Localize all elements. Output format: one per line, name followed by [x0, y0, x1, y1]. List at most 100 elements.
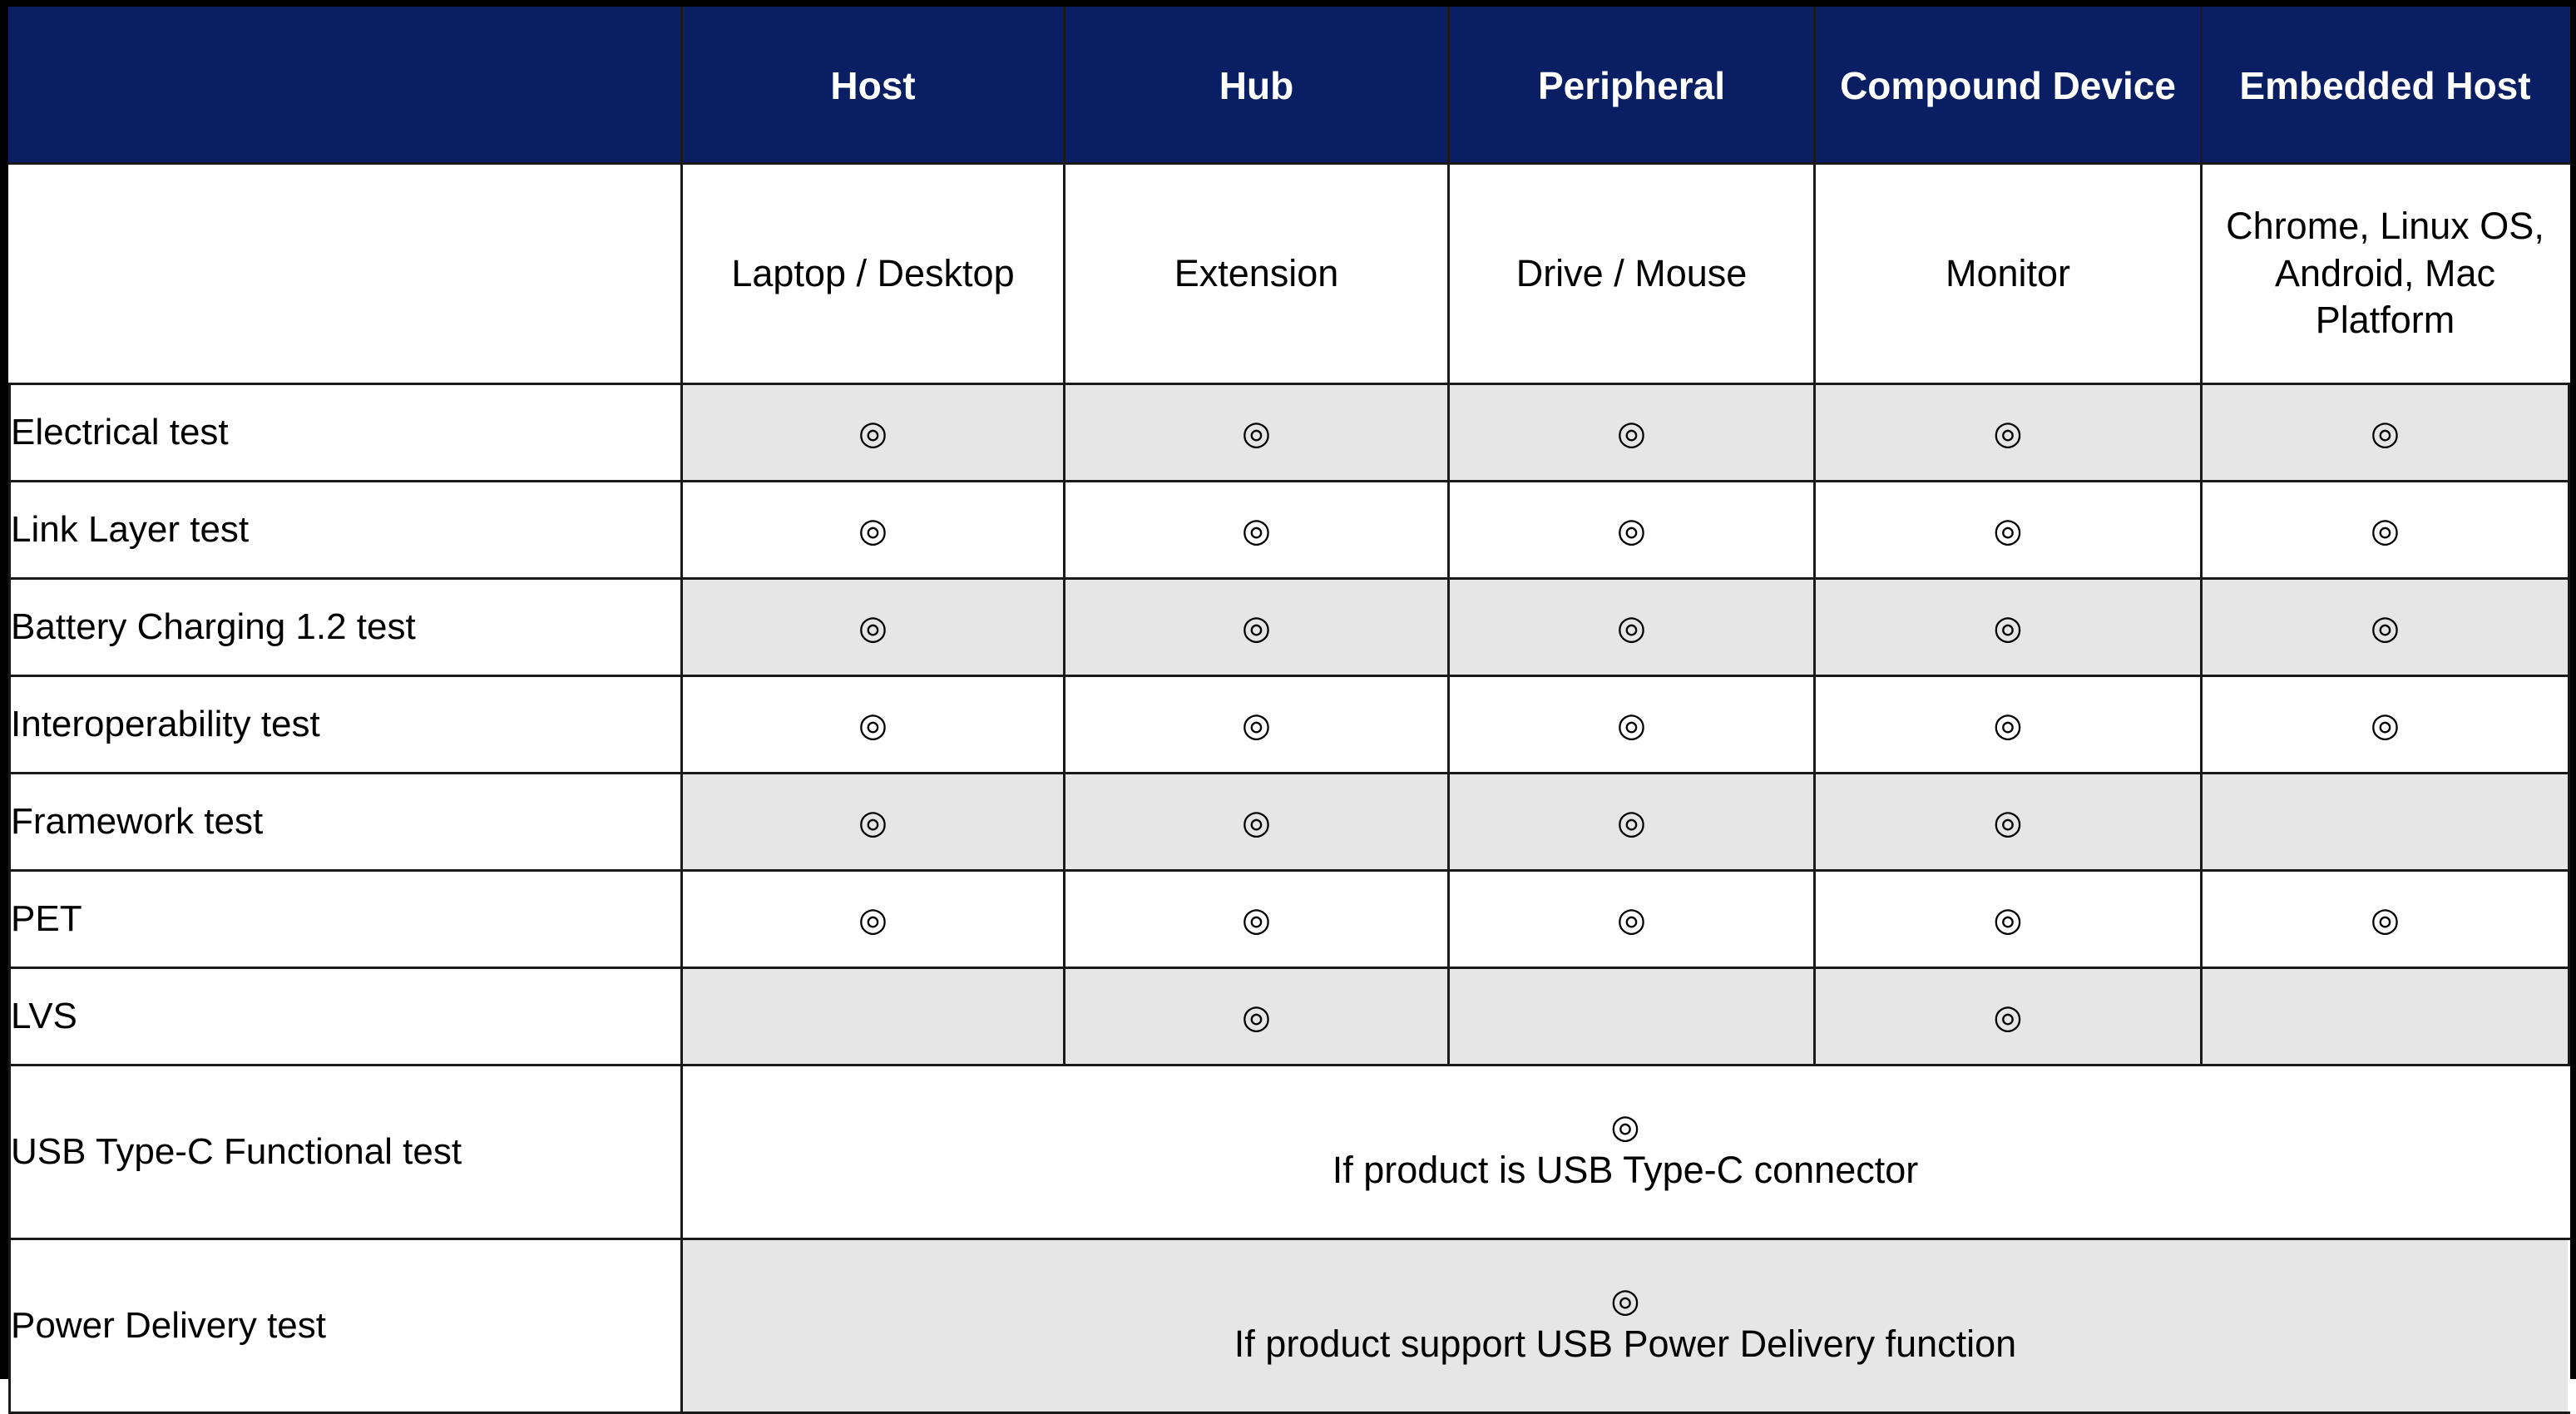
row-label-interoperability-test: Interoperability test	[8, 675, 683, 774]
cell-pet-embedded-host: ◎	[2200, 869, 2570, 969]
column-header-hub: Hub	[1063, 7, 1450, 165]
cell-battery-charging-test-compound-device: ◎	[1813, 577, 2203, 677]
cell-lvs-host	[680, 967, 1066, 1066]
cell-lvs-peripheral	[1447, 967, 1816, 1066]
row-label-pet: PET	[8, 869, 683, 969]
table-row: Link Layer test ◎ ◎ ◎ ◎ ◎	[8, 480, 2570, 580]
cell-link-layer-test-embedded-host: ◎	[2200, 480, 2570, 580]
check-mark-icon: ◎	[858, 415, 888, 452]
check-mark-icon: ◎	[1242, 999, 1271, 1036]
row-label-lvs: LVS	[8, 967, 683, 1066]
note-text: If product support USB Power Delivery fu…	[1234, 1323, 2017, 1366]
device-description-row: Laptop / Desktop Extension Drive / Mouse…	[8, 162, 2570, 385]
cell-pet-peripheral: ◎	[1447, 869, 1816, 969]
table-row: LVS ◎ ◎	[8, 967, 2570, 1066]
table-body: Laptop / Desktop Extension Drive / Mouse…	[8, 162, 2570, 1414]
table-row: Power Delivery test ◎ If product support…	[8, 1238, 2570, 1414]
check-mark-icon: ◎	[1617, 512, 1646, 549]
description-row-empty-label	[8, 162, 683, 385]
cell-link-layer-test-peripheral: ◎	[1447, 480, 1816, 580]
check-mark-icon: ◎	[1617, 415, 1646, 452]
cell-electrical-test-hub: ◎	[1063, 383, 1450, 482]
check-mark-icon: ◎	[1610, 1109, 1640, 1146]
check-mark-icon: ◎	[1242, 902, 1271, 938]
header-corner-cell	[8, 7, 683, 165]
row-label-link-layer-test: Link Layer test	[8, 480, 683, 580]
cell-pet-host: ◎	[680, 869, 1066, 969]
cell-pet-compound-device: ◎	[1813, 869, 2203, 969]
cell-battery-charging-test-hub: ◎	[1063, 577, 1450, 677]
check-mark-icon: ◎	[1242, 804, 1271, 841]
check-mark-icon: ◎	[1610, 1283, 1640, 1320]
cell-electrical-test-embedded-host: ◎	[2200, 383, 2570, 482]
cell-battery-charging-test-host: ◎	[680, 577, 1066, 677]
column-header-embedded-host: Embedded Host	[2200, 7, 2570, 165]
check-mark-icon: ◎	[858, 512, 888, 549]
cell-lvs-compound-device: ◎	[1813, 967, 2203, 1066]
cell-link-layer-test-hub: ◎	[1063, 480, 1450, 580]
cell-framework-test-compound-device: ◎	[1813, 772, 2203, 872]
cell-electrical-test-peripheral: ◎	[1447, 383, 1816, 482]
cell-lvs-embedded-host	[2200, 967, 2570, 1066]
cell-link-layer-test-compound-device: ◎	[1813, 480, 2203, 580]
cell-electrical-test-host: ◎	[680, 383, 1066, 482]
row-label-electrical-test: Electrical test	[8, 383, 683, 482]
cell-framework-test-embedded-host	[2200, 772, 2570, 872]
check-mark-icon: ◎	[1993, 902, 2023, 938]
check-mark-icon: ◎	[1242, 610, 1271, 646]
table-row: Electrical test ◎ ◎ ◎ ◎ ◎	[8, 383, 2570, 482]
cell-interoperability-test-host: ◎	[680, 675, 1066, 774]
check-mark-icon: ◎	[1993, 415, 2023, 452]
cell-electrical-test-compound-device: ◎	[1813, 383, 2203, 482]
check-mark-icon: ◎	[1617, 902, 1646, 938]
check-mark-icon: ◎	[2371, 707, 2400, 744]
check-mark-icon: ◎	[1617, 707, 1646, 744]
description-host: Laptop / Desktop	[680, 162, 1066, 385]
table-row: USB Type-C Functional test ◎ If product …	[8, 1064, 2570, 1240]
cell-link-layer-test-host: ◎	[680, 480, 1066, 580]
cell-interoperability-test-peripheral: ◎	[1447, 675, 1816, 774]
row-label-framework-test: Framework test	[8, 772, 683, 872]
table-frame: Host Hub Peripheral Compound Device Embe…	[0, 0, 2576, 1414]
check-mark-icon: ◎	[858, 707, 888, 744]
cell-power-delivery-test-note: ◎ If product support USB Power Delivery …	[680, 1238, 2570, 1414]
usb-compliance-test-matrix: Host Hub Peripheral Compound Device Embe…	[8, 7, 2570, 1414]
table-row: PET ◎ ◎ ◎ ◎ ◎	[8, 869, 2570, 969]
table-row: Framework test ◎ ◎ ◎ ◎	[8, 772, 2570, 872]
cell-framework-test-hub: ◎	[1063, 772, 1450, 872]
table-row: Battery Charging 1.2 test ◎ ◎ ◎ ◎ ◎	[8, 577, 2570, 677]
cell-framework-test-peripheral: ◎	[1447, 772, 1816, 872]
check-mark-icon: ◎	[858, 902, 888, 938]
check-mark-icon: ◎	[2371, 902, 2400, 938]
cell-pet-hub: ◎	[1063, 869, 1450, 969]
check-mark-icon: ◎	[1993, 999, 2023, 1036]
description-hub: Extension	[1063, 162, 1450, 385]
row-label-usb-type-c-functional-test: USB Type-C Functional test	[8, 1064, 683, 1240]
check-mark-icon: ◎	[1242, 512, 1271, 549]
table-header: Host Hub Peripheral Compound Device Embe…	[8, 7, 2570, 165]
check-mark-icon: ◎	[858, 804, 888, 841]
check-mark-icon: ◎	[1617, 804, 1646, 841]
check-mark-icon: ◎	[1242, 707, 1271, 744]
check-mark-icon: ◎	[2371, 610, 2400, 646]
check-mark-icon: ◎	[1617, 610, 1646, 646]
row-label-battery-charging-test: Battery Charging 1.2 test	[8, 577, 683, 677]
cell-framework-test-host: ◎	[680, 772, 1066, 872]
check-mark-icon: ◎	[2371, 415, 2400, 452]
cell-usb-type-c-functional-test-note: ◎ If product is USB Type-C connector	[680, 1064, 2570, 1240]
header-row: Host Hub Peripheral Compound Device Embe…	[8, 7, 2570, 165]
check-mark-icon: ◎	[1242, 415, 1271, 452]
description-embedded-host: Chrome, Linux OS, Android, Mac Platform	[2200, 162, 2570, 385]
cell-lvs-hub: ◎	[1063, 967, 1450, 1066]
column-header-compound-device: Compound Device	[1813, 7, 2203, 165]
column-header-peripheral: Peripheral	[1447, 7, 1816, 165]
check-mark-icon: ◎	[1993, 610, 2023, 646]
cell-interoperability-test-hub: ◎	[1063, 675, 1450, 774]
check-mark-icon: ◎	[1993, 804, 2023, 841]
cell-interoperability-test-compound-device: ◎	[1813, 675, 2203, 774]
description-peripheral: Drive / Mouse	[1447, 162, 1816, 385]
check-mark-icon: ◎	[858, 610, 888, 646]
table-row: Interoperability test ◎ ◎ ◎ ◎ ◎	[8, 675, 2570, 774]
row-label-power-delivery-test: Power Delivery test	[8, 1238, 683, 1414]
note-text: If product is USB Type-C connector	[1332, 1149, 1919, 1192]
